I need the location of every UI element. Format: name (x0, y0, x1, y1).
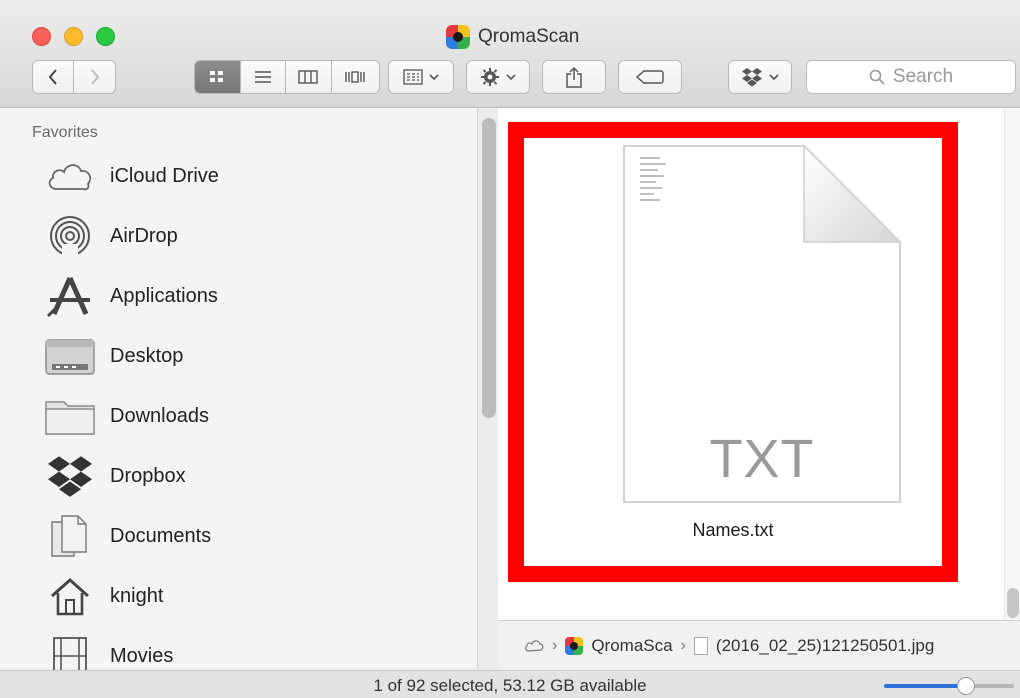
view-mode-control (194, 60, 380, 94)
downloads-folder-icon (45, 401, 95, 435)
forward-button[interactable] (74, 61, 115, 93)
sidebar-item-label: Desktop (110, 344, 184, 367)
qromascan-app-icon (446, 25, 470, 49)
preview-pane-edge (1004, 108, 1020, 620)
sidebar-item-label: iCloud Drive (110, 164, 219, 187)
zoom-button[interactable] (96, 27, 115, 46)
dropbox-icon (48, 456, 92, 497)
sidebar-item-label: AirDrop (110, 224, 178, 247)
arrange-icon (403, 69, 423, 85)
file-item-names-txt[interactable]: TXT (620, 142, 904, 506)
applications-icon (46, 276, 90, 318)
list-view-icon (254, 71, 271, 83)
tag-icon (636, 70, 664, 84)
action-button[interactable] (466, 60, 530, 94)
path-separator: › (552, 636, 558, 654)
file-name-label: Names.txt (692, 520, 774, 540)
slider-knob[interactable] (957, 677, 975, 695)
window-title-text: QromaScan (478, 26, 580, 47)
chevron-down-icon (769, 74, 779, 81)
airdrop-icon (50, 216, 90, 258)
minimize-button[interactable] (64, 27, 83, 46)
dropbox-icon (742, 68, 762, 87)
icon-view-button[interactable] (195, 61, 241, 93)
path-item-file[interactable]: (2016_02_25)121250501.jpg (716, 636, 934, 656)
sidebar-scrollbar[interactable] (482, 118, 496, 418)
path-bar: › QromaSca › (2016_02_25)121250501.jpg (498, 620, 1020, 670)
column-view-icon (298, 70, 318, 84)
dropbox-button[interactable] (728, 60, 792, 94)
highlight-frame: TXT Names.txt (508, 122, 958, 582)
file-type-label: TXT (709, 429, 815, 489)
chevron-right-icon (90, 69, 99, 85)
sidebar-item-label: Dropbox (110, 464, 186, 487)
qromascan-folder-icon (565, 636, 584, 655)
share-icon (566, 66, 582, 88)
desktop-folder-icon (45, 339, 95, 375)
tags-button[interactable] (618, 60, 682, 94)
search-input[interactable]: Search (806, 60, 1016, 94)
cloud-icon (48, 164, 92, 191)
sidebar: Favorites iCloud Drive AirDrop Applicati… (0, 108, 496, 675)
window-title: QromaScan (446, 24, 579, 50)
sidebar-item-label: Documents (110, 524, 212, 547)
image-file-icon (693, 636, 708, 655)
sidebar-item-label: knight (110, 584, 164, 607)
icon-size-slider[interactable] (884, 677, 1014, 695)
navigation-buttons (32, 60, 116, 94)
sidebar-item-applications[interactable]: Applications (44, 271, 464, 321)
cloud-icon (525, 639, 544, 652)
toolbar: QromaScan Search (0, 0, 1020, 108)
path-item-qromascan[interactable]: QromaSca (591, 636, 672, 656)
content-scrollbar[interactable] (1007, 588, 1019, 618)
slider-fill (884, 684, 966, 688)
sidebar-item-knight[interactable]: knight (44, 571, 464, 621)
column-view-button[interactable] (286, 61, 332, 93)
sidebar-item-label: Downloads (110, 404, 209, 427)
search-icon (869, 69, 885, 85)
chevron-down-icon (506, 74, 516, 81)
path-separator: › (680, 636, 686, 654)
close-button[interactable] (32, 27, 51, 46)
sidebar-item-label: Movies (110, 644, 174, 667)
back-button[interactable] (33, 61, 75, 93)
sidebar-item-downloads[interactable]: Downloads (44, 391, 464, 441)
sidebar-section-favorites: Favorites (32, 124, 98, 141)
status-bar: 1 of 92 selected, 53.12 GB available (0, 670, 1020, 698)
arrange-button[interactable] (388, 60, 454, 94)
file-browser-content: TXT Names.txt (498, 108, 1020, 620)
gear-icon (481, 68, 499, 86)
cover-flow-button[interactable] (332, 61, 379, 93)
sidebar-item-icloud-drive[interactable]: iCloud Drive (44, 151, 464, 201)
share-button[interactable] (542, 60, 606, 94)
cover-flow-icon (345, 71, 365, 83)
search-placeholder: Search (892, 66, 954, 87)
finder-window: QromaScan Search Favorites iCloud Drive … (0, 0, 1020, 698)
chevron-left-icon (48, 69, 57, 85)
sidebar-item-airdrop[interactable]: AirDrop (44, 211, 464, 261)
chevron-down-icon (429, 74, 439, 81)
icon-view-icon (210, 71, 224, 82)
list-view-button[interactable] (241, 61, 287, 93)
sidebar-item-label: Applications (110, 284, 218, 307)
documents-icon (51, 515, 87, 557)
sidebar-item-desktop[interactable]: Desktop (44, 331, 464, 381)
sidebar-item-documents[interactable]: Documents (44, 511, 464, 561)
sidebar-item-dropbox[interactable]: Dropbox (44, 451, 464, 501)
status-text: 1 of 92 selected, 53.12 GB available (373, 676, 647, 695)
home-icon (51, 577, 89, 616)
